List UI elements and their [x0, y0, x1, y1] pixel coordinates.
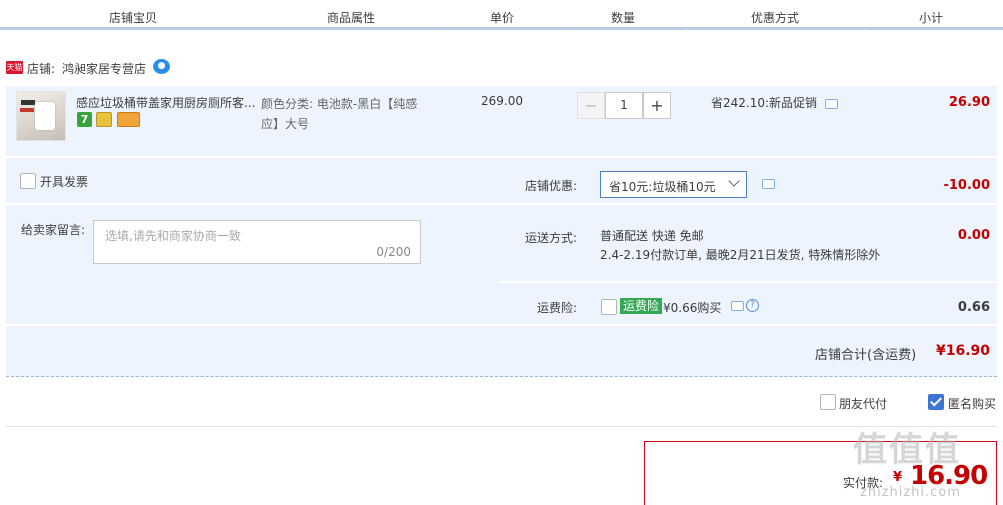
store-discount-selected: 省10元:垃圾桶10元 — [609, 180, 716, 194]
thumb-bin-shape — [35, 102, 55, 130]
col-quantity: 数量 — [611, 11, 636, 25]
insurance-price: ¥0.66购买 — [663, 301, 722, 315]
store-total-label: 店铺合计(含运费) — [815, 348, 917, 363]
watermark-url: zhizhizhi.com — [860, 485, 961, 500]
shop-name-link[interactable]: 鸿昶家居专营店 — [62, 60, 146, 77]
message-placeholder: 选填,请先和商家协商一致 — [105, 229, 241, 243]
store-total-value: ¥16.90 — [935, 343, 990, 359]
shipping-label: 运送方式: — [525, 231, 578, 245]
col-divider — [562, 26, 563, 30]
section-divider — [6, 426, 997, 427]
col-divider — [686, 26, 687, 30]
store-discount-label: 店铺优惠: — [525, 179, 578, 193]
anonymous-label: 匿名购买 — [948, 397, 997, 411]
chevron-down-icon — [728, 175, 740, 187]
thumb-lid-shape — [21, 100, 35, 105]
product-thumbnail[interactable] — [16, 91, 66, 141]
store-discount-value: -10.00 — [943, 178, 990, 193]
credit-card-icon — [117, 112, 140, 127]
column-header-bar: 店铺宝贝 商品属性 单价 数量 优惠方式 小计 — [0, 0, 1003, 30]
quantity-decrease-button[interactable]: − — [577, 92, 605, 119]
row-separator — [500, 203, 997, 205]
unit-price: 269.00 — [481, 94, 523, 108]
product-attributes: 颜色分类: 电池款-黑白【纯感应】大号 — [261, 97, 418, 131]
promo-info-icon[interactable] — [825, 99, 838, 109]
friend-pay-checkbox[interactable] — [820, 394, 836, 410]
col-divider — [442, 26, 443, 30]
seller-message-input[interactable]: 选填,请先和商家协商一致 0/200 — [93, 220, 421, 264]
store-discount-select[interactable]: 省10元:垃圾桶10元 — [600, 171, 747, 198]
col-subtotal: 小计 — [919, 11, 944, 25]
quantity-increase-button[interactable]: + — [643, 92, 671, 119]
guarantee-icon — [96, 112, 112, 127]
col-attributes: 商品属性 — [327, 11, 376, 25]
product-title-link[interactable]: 感应垃圾桶带盖家用厨房厕所客... — [76, 94, 258, 111]
insurance-tag: 运费险 — [620, 298, 663, 314]
row-separator — [6, 203, 500, 205]
invoice-label: 开具发票 — [40, 175, 89, 189]
anonymous-checkbox[interactable] — [928, 394, 944, 410]
invoice-checkbox[interactable] — [20, 173, 36, 189]
shop-label: 店铺: — [27, 62, 56, 76]
discount-info-icon[interactable] — [762, 179, 775, 189]
thumb-accent-shape — [20, 108, 34, 112]
insurance-value: 0.66 — [957, 300, 990, 315]
row-separator — [500, 281, 997, 283]
seller-message-label: 给卖家留言: — [21, 223, 86, 237]
help-icon[interactable]: ? — [746, 299, 759, 312]
wangwang-chat-icon[interactable]: ● — [153, 59, 170, 74]
col-unit-price: 单价 — [490, 11, 515, 25]
col-divider — [865, 26, 866, 30]
quantity-input[interactable]: 1 — [605, 92, 643, 119]
insurance-label: 运费险: — [537, 301, 578, 315]
pay-currency: ¥ — [893, 470, 903, 485]
item-subtotal: 26.90 — [948, 95, 990, 110]
insurance-checkbox[interactable] — [601, 299, 617, 315]
shipping-info: 普通配送 快递 免邮 2.4-2.19付款订单, 最晚2月21日发货, 特殊情形… — [600, 227, 880, 265]
shipping-value: 0.00 — [957, 228, 990, 243]
friend-pay-label: 朋友代付 — [839, 397, 888, 411]
shipping-method: 普通配送 快递 免邮 — [600, 229, 704, 243]
promo-text: 省242.10:新品促销 — [711, 96, 818, 110]
col-shop-item: 店铺宝贝 — [109, 11, 158, 25]
message-char-counter: 0/200 — [376, 245, 411, 259]
col-divider — [261, 26, 262, 30]
insurance-info-icon[interactable] — [731, 301, 744, 311]
seven-day-return-icon: 7 — [77, 112, 92, 127]
col-discount: 优惠方式 — [751, 11, 800, 25]
tmall-badge: 天猫 — [6, 61, 23, 74]
shipping-note: 2.4-2.19付款订单, 最晚2月21日发货, 特殊情形除外 — [600, 248, 881, 262]
